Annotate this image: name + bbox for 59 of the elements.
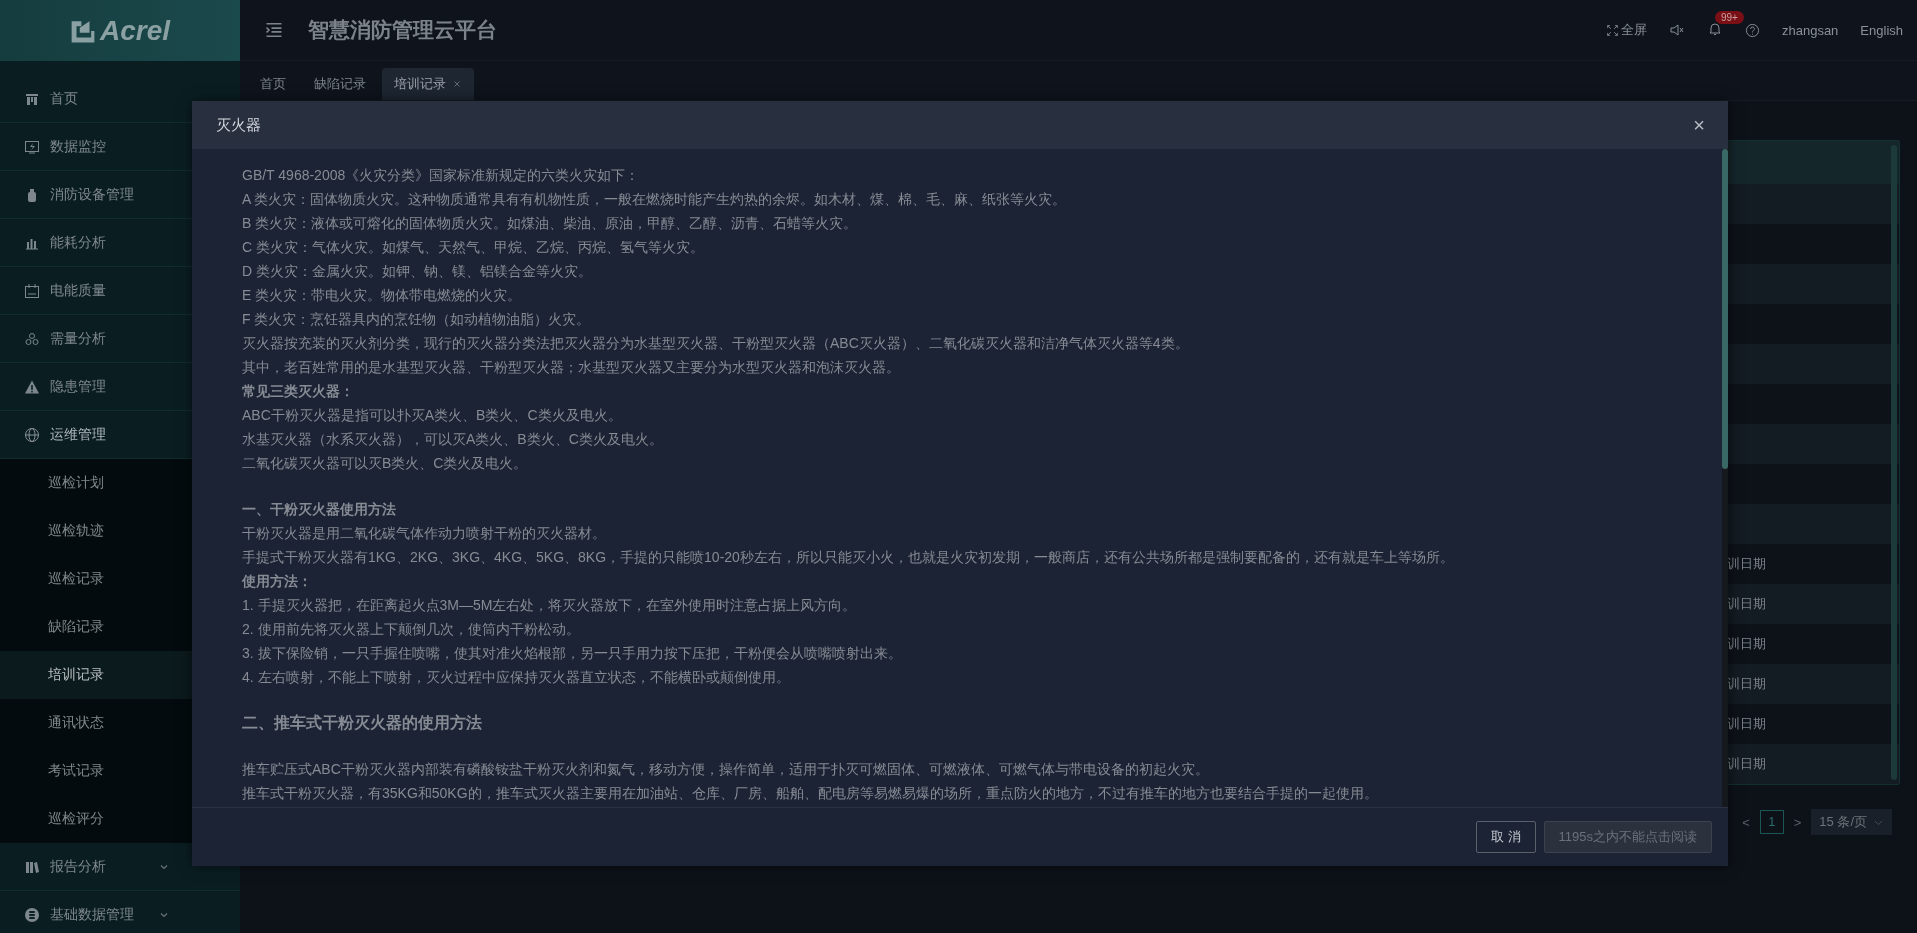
close-button[interactable]: × bbox=[1688, 114, 1710, 136]
scrollbar[interactable] bbox=[1891, 145, 1897, 780]
database-icon bbox=[24, 906, 40, 923]
monitor-icon bbox=[24, 138, 40, 155]
notification-badge: 99+ bbox=[1714, 10, 1744, 24]
paragraph: 推车贮压式ABC干粉灭火器内部装有磷酸铵盐干粉灭火剂和氮气，移动方便，操作简单，适用于扑灭可燃固体、可燃液体、可燃气体与带电设备的初起火灾。 bbox=[242, 760, 1210, 779]
paragraph: 其中，老百姓常用的是水基型灭火器、干粉型灭火器；水基型灭火器又主要分为水型灭火器和泡沫灭火器。 bbox=[242, 358, 901, 377]
table-cell-text: 训日期 bbox=[1727, 595, 1767, 613]
paragraph: 4. 左右喷射，不能上下喷射，灭火过程中应保持灭火器直立状态，不能横卧或颠倒使用。 bbox=[242, 668, 791, 687]
language-link[interactable]: English bbox=[1860, 22, 1903, 38]
next-page-button[interactable]: > bbox=[1793, 814, 1802, 830]
table-cell-text: 训日期 bbox=[1727, 635, 1767, 653]
paragraph: 手提式干粉灭火器有1KG、2KG、3KG、4KG、5KG、8KG，手提的只能喷10-20秒左右，所以只能灭小火，也就是火灾初发期，一般商店，还有公共场所都是强制要配备的，还有就是车上等场所。 bbox=[242, 548, 1455, 567]
scrollbar-thumb[interactable] bbox=[1722, 149, 1728, 469]
tab[interactable]: 培训记录 bbox=[382, 68, 474, 100]
paragraph: B 类火灾：液体或可熔化的固体物质火灾。如煤油、柴油、原油，甲醇、乙醇、沥青、石蜡等火灾。 bbox=[242, 214, 859, 233]
globe-icon bbox=[24, 426, 40, 443]
paragraph: 二氧化碳灭火器可以灭B类火、C类火及电火。 bbox=[242, 454, 529, 473]
close-icon[interactable] bbox=[452, 79, 462, 89]
section-heading: 一、干粉灭火器使用方法 bbox=[242, 500, 397, 519]
menu-icon bbox=[264, 20, 284, 40]
section-heading: 二、推车式干粉灭火器的使用方法 bbox=[242, 713, 483, 733]
paragraph: D 类火灾：金属火灾。如钾、钠、镁、铝镁合金等火灾。 bbox=[242, 262, 593, 281]
paragraph: C 类火灾：气体火灾。如煤气、天然气、甲烷、乙烷、丙烷、氢气等火灾。 bbox=[242, 238, 705, 257]
tab[interactable]: 首页 bbox=[248, 68, 298, 100]
page-size-select[interactable]: 15 条/页 bbox=[1811, 809, 1892, 835]
nodes-icon bbox=[24, 330, 40, 347]
help-icon[interactable] bbox=[1744, 22, 1760, 38]
fullscreen-button[interactable]: 全屏 bbox=[1605, 21, 1647, 39]
paragraph: GB/T 4968-2008《火灾分类》国家标准新规定的六类火灾如下： bbox=[242, 166, 641, 185]
paragraph: 灭火器按充装的灭火剂分类，现行的灭火器分类法把灭火器分为水基型灭火器、干粉型灭火器（ABC灭火器）、二氧化碳灭火器和洁净气体灭火器等4类。 bbox=[242, 334, 1190, 353]
warning-icon bbox=[24, 378, 40, 395]
table-cell-text: 训日期 bbox=[1727, 675, 1767, 693]
cancel-button[interactable]: 取 消 bbox=[1475, 821, 1536, 853]
table-cell-text: 训日期 bbox=[1727, 555, 1767, 573]
sidebar-item[interactable]: 基础数据管理 bbox=[0, 891, 240, 933]
table-cell-text: 训日期 bbox=[1727, 755, 1767, 773]
mute-icon[interactable] bbox=[1668, 22, 1685, 38]
calendar-icon bbox=[24, 282, 40, 299]
paragraph: 2. 使用前先将灭火器上下颠倒几次，使筒内干粉松动。 bbox=[242, 620, 581, 639]
app-title: 智慧消防管理云平台 bbox=[308, 17, 497, 43]
paragraph: A 类火灾：固体物质火灾。这种物质通常具有有机物性质，一般在燃烧时能产生灼热的余烬。如木材、煤、棉、毛、麻、纸张等火灾。 bbox=[242, 190, 1068, 209]
logo-text: Acrel bbox=[99, 14, 170, 47]
page-number[interactable]: 1 bbox=[1759, 810, 1784, 834]
tab[interactable]: 缺陷记录 bbox=[302, 68, 378, 100]
expand-icon bbox=[1605, 23, 1619, 37]
paragraph: 推车式干粉灭火器，有35KG和50KG的，推车式灭火器主要用在加油站、仓库、厂房、船舶、配电房等易燃易爆的场所，重点防火的地方，不过有推车的地方也要结合手提的一起使用。 bbox=[242, 784, 1379, 803]
section-heading: 常见三类灭火器： bbox=[242, 382, 355, 401]
paragraph: E 类火灾：带电火灾。物体带电燃烧的火灾。 bbox=[242, 286, 523, 305]
user-name[interactable]: zhangsan bbox=[1781, 22, 1839, 38]
paragraph: 水基灭火器（水系灭火器），可以灭A类火、B类火、C类火及电火。 bbox=[242, 430, 664, 449]
paragraph: 干粉灭火器是用二氧化碳气体作动力喷射干粉的灭火器材。 bbox=[242, 524, 607, 543]
section-heading: 使用方法： bbox=[242, 572, 313, 591]
previous-page-button[interactable]: < bbox=[1742, 814, 1750, 830]
paragraph: 1. 手提灭火器把，在距离起火点3M—5M左右处，将灭火器放下，在室外使用时注意占据上风方向。 bbox=[242, 596, 858, 615]
paragraph: 3. 拔下保险销，一只手握住喷嘴，使其对准火焰根部，另一只手用力按下压把，干粉便会从喷嘴喷射出来。 bbox=[242, 644, 903, 663]
paragraph: F 类火灾：烹饪器具内的烹饪物（如动植物油脂）火灾。 bbox=[242, 310, 592, 329]
paragraph: ABC干粉灭火器是指可以扑灭A类火、B类火、C类火及电火。 bbox=[242, 406, 623, 425]
table-cell-text: 训日期 bbox=[1727, 715, 1767, 733]
